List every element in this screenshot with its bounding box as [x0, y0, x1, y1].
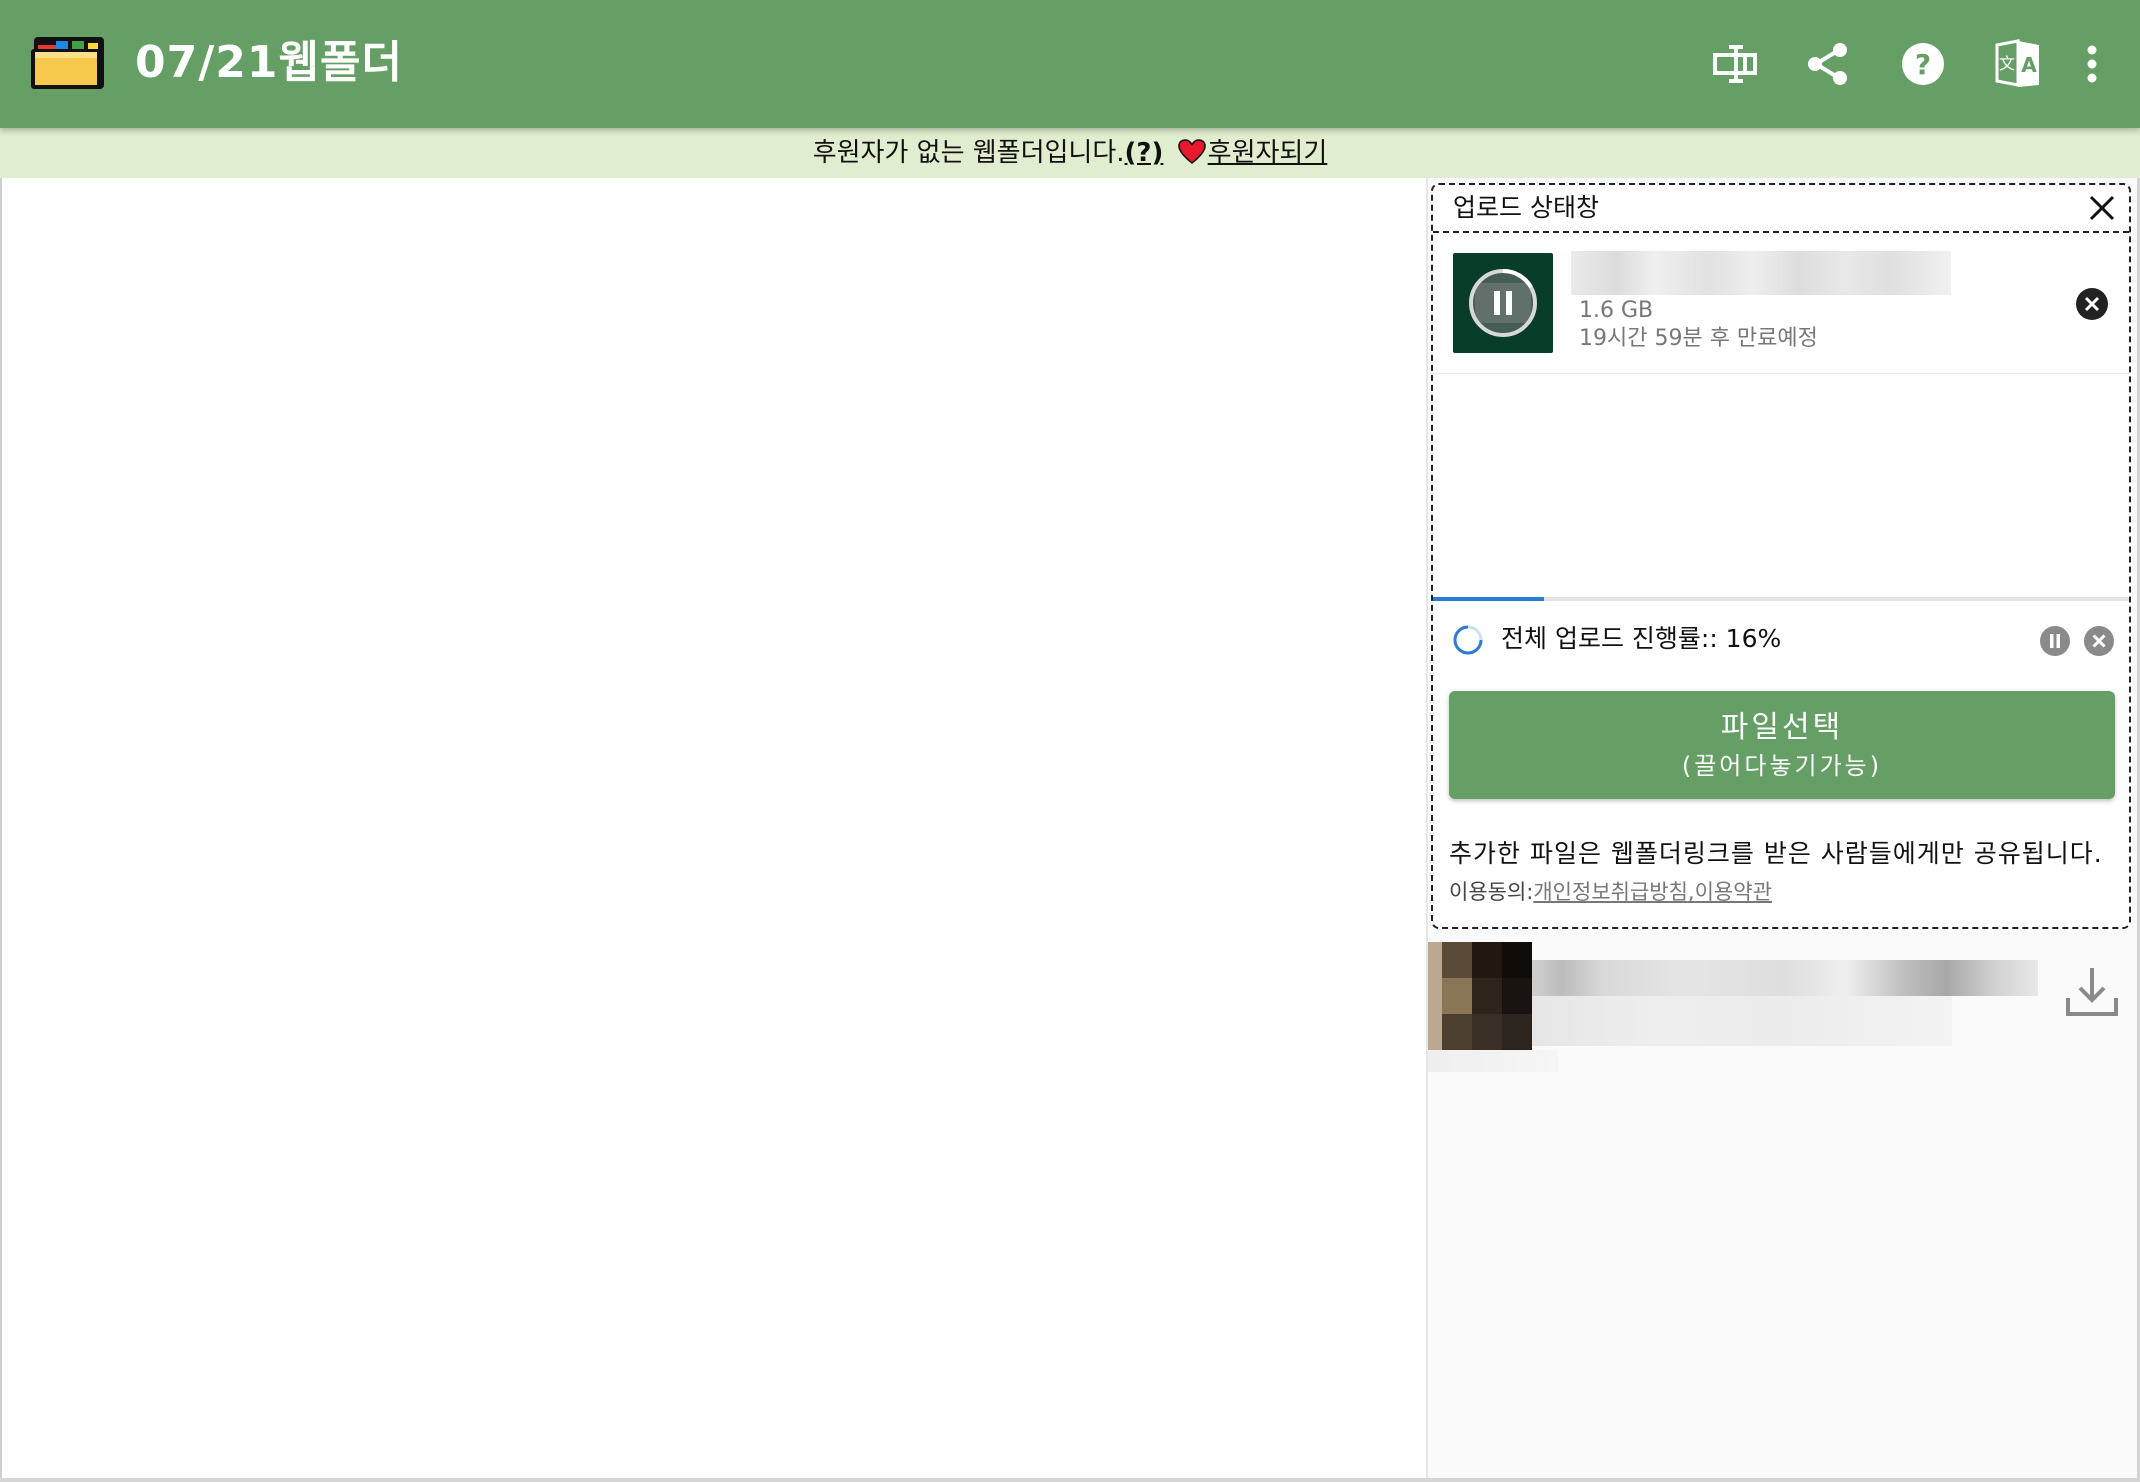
folder-logo-icon[interactable] — [28, 33, 108, 93]
sponsor-text: 후원자가 없는 웹폴더입니다. — [812, 138, 1125, 168]
file-name-blurred — [1571, 251, 1951, 295]
link-separator: , — [1687, 880, 1695, 904]
file-thumbnail — [1453, 253, 1553, 353]
upload-progress-bar — [1433, 597, 2129, 601]
share-notice: 추가한 파일은 웹폴더링크를 받은 사람들에게만 공유됩니다. — [1449, 839, 2103, 868]
sponsor-bar: 후원자가 없는 웹폴더입니다.(?) 후원자되기 — [0, 128, 2140, 178]
file-thumbnail-blurred — [1428, 942, 1532, 1050]
share-icon — [1808, 43, 1847, 85]
file-extra-blurred — [1428, 1050, 1558, 1072]
drag-drop-hint: (끌어다놓기가능) — [1681, 752, 1883, 780]
privacy-policy-link[interactable]: 개인정보취급방침 — [1533, 880, 1688, 904]
translate-button[interactable]: 文 A — [1988, 34, 2048, 94]
rename-icon — [1713, 45, 1757, 83]
upload-item: 1.6 GB 19시간 59분 후 만료예정 — [1433, 233, 2129, 374]
file-info-blurred — [1532, 996, 1952, 1046]
upload-status-window: 업로드 상태창 1.6 GB 19시간 59분 후 만료예정 전체 업로드 진행… — [1431, 183, 2131, 929]
download-icon[interactable] — [2064, 964, 2120, 1020]
app-header: 07/21웹폴더 ? 文 A — [0, 0, 2140, 128]
page-title: 07/21웹폴더 — [135, 37, 403, 88]
spinner-icon — [1453, 625, 1483, 655]
rename-button[interactable] — [1705, 34, 1765, 94]
total-progress-label: 전체 업로드 진행률:: 16% — [1501, 624, 1782, 653]
file-list-item[interactable] — [1428, 942, 2128, 1078]
terms-of-use-link[interactable]: 이용약관 — [1695, 880, 1772, 904]
help-button[interactable]: ? — [1893, 34, 1953, 94]
translate-icon: 文 A — [1995, 39, 2039, 87]
more-vert-icon — [2087, 45, 2097, 83]
file-expiry: 19시간 59분 후 만료예정 — [1579, 326, 1818, 351]
svg-text:A: A — [2021, 53, 2037, 77]
agree-prefix: 이용동의: — [1449, 880, 1534, 904]
file-size: 1.6 GB — [1579, 298, 1654, 323]
upload-window-header: 업로드 상태창 — [1433, 185, 2129, 233]
become-sponsor-link[interactable]: 후원자되기 — [1208, 138, 1328, 168]
page-bottom-border — [0, 1478, 2140, 1482]
file-name-blurred — [1532, 960, 2038, 996]
heart-icon — [1177, 138, 1206, 164]
page-left-border — [0, 178, 2, 1482]
file-select-label: 파일선택 — [1720, 710, 1844, 745]
help-icon: ? — [1902, 43, 1944, 85]
close-icon[interactable] — [2085, 191, 2119, 225]
total-progress-row: 전체 업로드 진행률:: 16% — [1433, 615, 2129, 665]
svg-text:?: ? — [1915, 48, 1931, 81]
file-select-button[interactable]: 파일선택 (끌어다놓기가능) — [1449, 691, 2115, 799]
sponsor-help-link[interactable]: (?) — [1125, 138, 1164, 168]
upload-progress-fill — [1433, 597, 1545, 601]
share-button[interactable] — [1798, 34, 1858, 94]
upload-window-title: 업로드 상태창 — [1453, 193, 1599, 222]
terms-agreement: 이용동의:개인정보취급방침,이용약관 — [1449, 877, 1772, 907]
svg-text:文: 文 — [1999, 54, 2015, 73]
pause-upload-icon[interactable] — [1453, 253, 1553, 353]
pause-all-icon[interactable] — [2039, 625, 2071, 657]
cancel-upload-icon[interactable] — [2075, 287, 2109, 321]
more-menu-button[interactable] — [2062, 34, 2122, 94]
cancel-all-icon[interactable] — [2083, 625, 2115, 657]
